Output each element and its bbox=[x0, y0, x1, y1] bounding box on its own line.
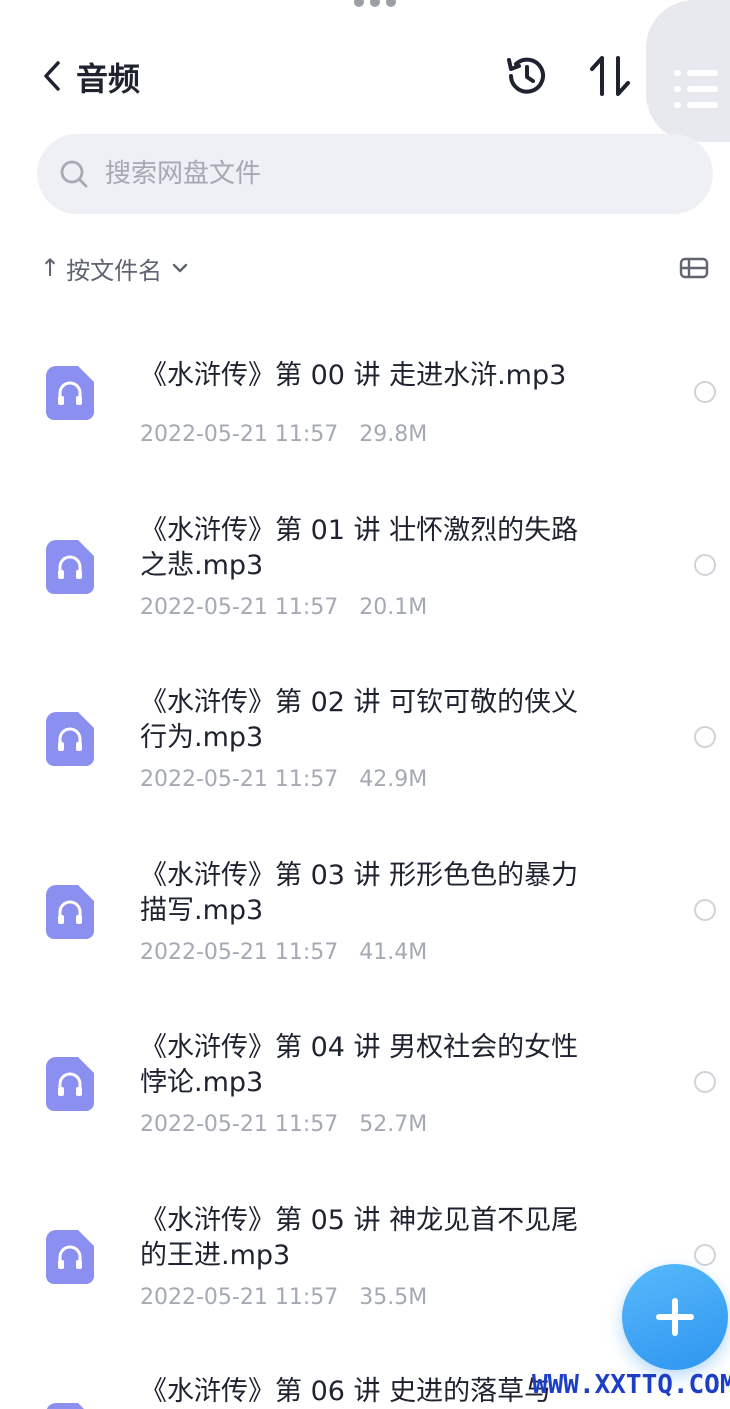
audio-file-icon bbox=[46, 884, 94, 939]
file-size: 41.4M bbox=[359, 939, 428, 965]
select-checkbox[interactable] bbox=[694, 1243, 716, 1266]
add-button[interactable] bbox=[622, 1264, 728, 1370]
select-checkbox[interactable] bbox=[694, 381, 716, 403]
file-meta: 2022-05-21 11:57 42.9M bbox=[140, 767, 427, 792]
file-row[interactable]: 《水浒传》第 02 讲 可钦可敬的侠义行为.mp3 2022-05-21 11:… bbox=[0, 655, 730, 828]
file-date: 2022-05-21 11:57 bbox=[140, 767, 339, 792]
back-button[interactable] bbox=[40, 58, 72, 94]
file-row[interactable]: 《水浒传》第 01 讲 壮怀激烈的失路之悲.mp3 2022-05-21 11:… bbox=[0, 483, 730, 656]
audio-file-icon bbox=[46, 1229, 94, 1284]
file-size: 29.8M bbox=[359, 422, 428, 447]
file-date: 2022-05-21 11:57 bbox=[140, 594, 339, 620]
drag-handle-dots bbox=[352, 0, 398, 10]
file-meta: 2022-05-21 11:57 52.7M bbox=[140, 1112, 427, 1137]
file-size: 52.7M bbox=[359, 1112, 428, 1137]
file-meta: 2022-05-21 11:57 41.4M bbox=[140, 940, 427, 965]
file-meta: 2022-05-21 11:57 29.8M bbox=[140, 422, 427, 447]
sort-arrows-icon bbox=[590, 56, 630, 96]
sort-label: 按文件名 bbox=[66, 256, 163, 285]
file-name: 《水浒传》第 03 讲 形形色色的暴力描写.mp3 bbox=[140, 859, 579, 926]
chevron-left-icon bbox=[44, 61, 60, 91]
select-checkbox[interactable] bbox=[694, 1071, 716, 1093]
search-icon bbox=[60, 160, 88, 188]
file-date: 2022-05-21 11:57 bbox=[140, 1112, 339, 1137]
sort-selector[interactable]: ↑ 按文件名 bbox=[40, 248, 190, 288]
audio-file-icon bbox=[46, 539, 94, 594]
sort-direction-arrow: ↑ bbox=[40, 254, 61, 282]
sort-button[interactable] bbox=[588, 52, 632, 100]
watermark: WWW.XXTTQ.COM bbox=[532, 1370, 730, 1400]
search-bar[interactable] bbox=[37, 134, 713, 214]
file-row[interactable]: 《水浒传》第 00 讲 走进水浒.mp3 2022-05-21 11:57 29… bbox=[0, 310, 730, 483]
header: 音频 bbox=[0, 0, 730, 142]
audio-file-icon bbox=[46, 1057, 94, 1111]
file-name: 《水浒传》第 02 讲 可钦可敬的侠义行为.mp3 bbox=[140, 687, 579, 753]
file-size: 35.5M bbox=[359, 1284, 428, 1310]
file-size: 42.9M bbox=[359, 767, 428, 792]
file-name: 《水浒传》第 01 讲 壮怀激烈的失路之悲.mp3 bbox=[140, 514, 579, 581]
file-row[interactable]: 《水浒传》第 04 讲 男权社会的女性悖论.mp3 2022-05-21 11:… bbox=[0, 1000, 730, 1173]
select-checkbox[interactable] bbox=[694, 553, 716, 576]
file-list: 《水浒传》第 00 讲 走进水浒.mp3 2022-05-21 11:57 29… bbox=[0, 310, 730, 1409]
file-name: 《水浒传》第 00 讲 走进水浒.mp3 bbox=[140, 360, 567, 391]
audio-file-icon bbox=[46, 366, 94, 420]
file-size: 20.1M bbox=[359, 594, 428, 620]
file-name: 《水浒传》第 04 讲 男权社会的女性悖论.mp3 bbox=[140, 1032, 579, 1098]
file-date: 2022-05-21 11:57 bbox=[140, 422, 339, 447]
file-date: 2022-05-21 11:57 bbox=[140, 1284, 339, 1310]
list-menu-icon bbox=[674, 70, 718, 118]
view-toggle-button[interactable] bbox=[678, 254, 710, 282]
chevron-down-icon bbox=[172, 263, 188, 273]
select-checkbox[interactable] bbox=[694, 898, 716, 921]
file-meta: 2022-05-21 11:57 35.5M bbox=[140, 1285, 427, 1310]
view-toggle-icon bbox=[679, 257, 709, 279]
history-button[interactable] bbox=[503, 52, 551, 100]
page-title: 音频 bbox=[76, 60, 141, 98]
file-row[interactable]: 《水浒传》第 05 讲 神龙见首不见尾的王进.mp3 2022-05-21 11… bbox=[0, 1173, 730, 1346]
search-input[interactable] bbox=[103, 158, 667, 190]
file-name: 《水浒传》第 06 讲 史进的落草与 bbox=[140, 1376, 552, 1407]
audio-file-icon bbox=[46, 712, 94, 766]
list-menu-button[interactable] bbox=[646, 0, 730, 142]
history-icon bbox=[507, 57, 545, 94]
file-date: 2022-05-21 11:57 bbox=[140, 939, 339, 965]
select-checkbox[interactable] bbox=[694, 726, 716, 748]
audio-file-icon bbox=[46, 1403, 84, 1409]
file-meta: 2022-05-21 11:57 20.1M bbox=[140, 595, 427, 620]
file-row[interactable]: 《水浒传》第 03 讲 形形色色的暴力描写.mp3 2022-05-21 11:… bbox=[0, 828, 730, 1001]
file-name: 《水浒传》第 05 讲 神龙见首不见尾的王进.mp3 bbox=[140, 1204, 579, 1271]
